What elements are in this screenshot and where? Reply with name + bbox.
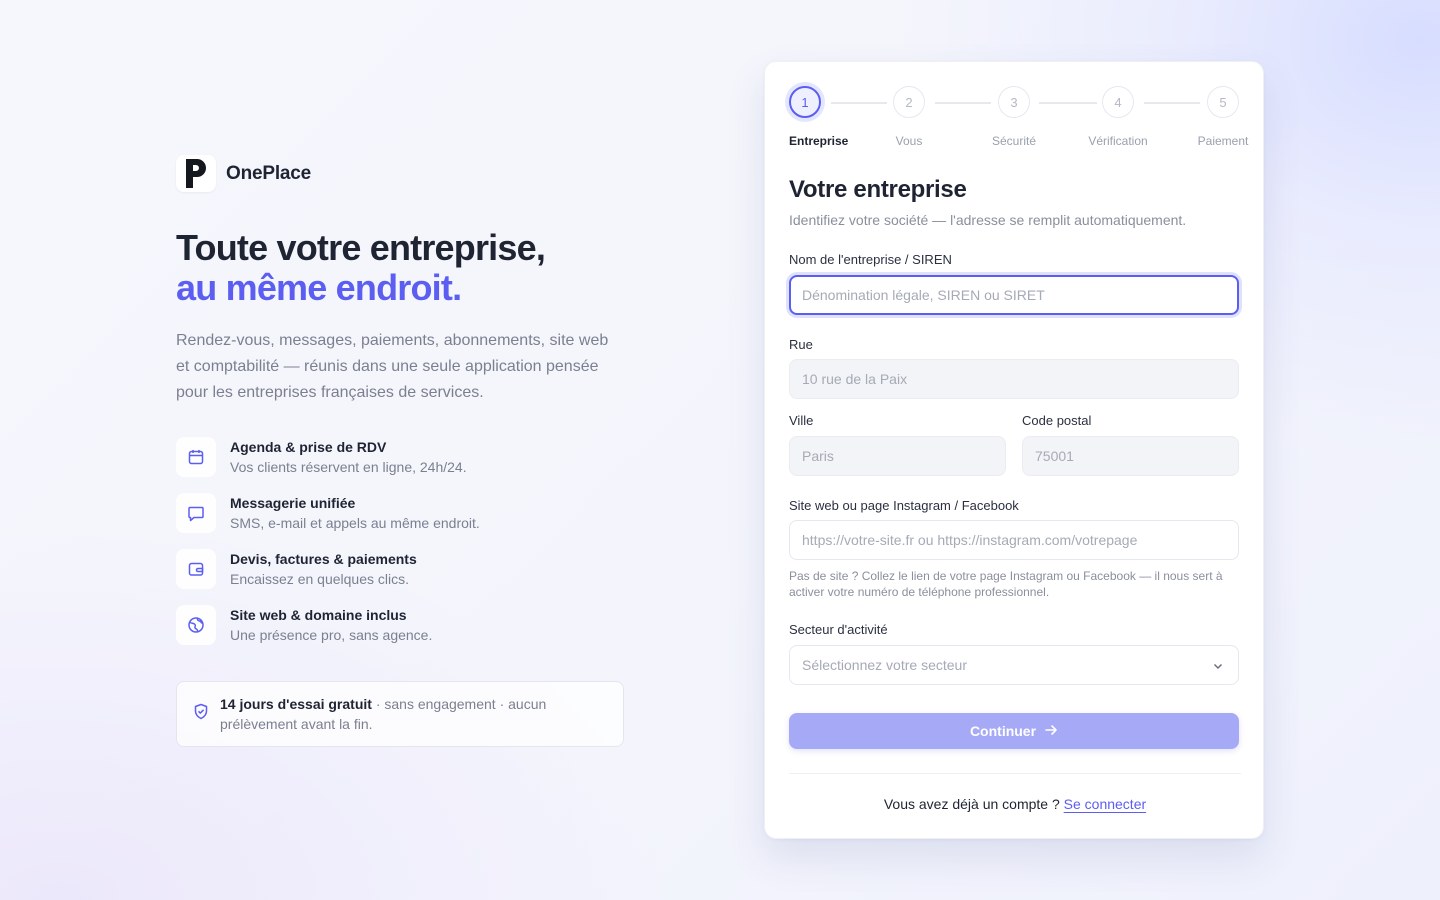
feature-item: Devis, factures & paiements Encaissez en… bbox=[176, 549, 636, 605]
postal-label: Code postal bbox=[1022, 413, 1092, 428]
hero-description: Rendez-vous, messages, paiements, abonne… bbox=[176, 332, 609, 401]
step-vous[interactable]: 2 Vous bbox=[869, 86, 949, 148]
globe-icon bbox=[176, 605, 216, 645]
feature-item: Messagerie unifiée SMS, e-mail et appels… bbox=[176, 493, 636, 549]
oneplace-logo-icon bbox=[176, 155, 216, 192]
brand-name: OnePlace bbox=[226, 162, 312, 184]
feature-description: SMS, e-mail et appels au même endroit. bbox=[230, 515, 480, 531]
feature-item: Site web & domaine inclus Une présence p… bbox=[176, 605, 636, 661]
continue-label: Continuer bbox=[969, 723, 1037, 739]
sector-label: Secteur d'activité bbox=[789, 622, 888, 637]
sector-placeholder: Sélectionnez votre secteur bbox=[802, 657, 967, 673]
company-label: Nom de l'entreprise / SIREN bbox=[789, 252, 952, 267]
chevron-down-icon bbox=[1212, 659, 1224, 675]
stepper: 1 Entreprise 2 Vous 3 Sécurité 4 Vérific… bbox=[789, 86, 1248, 148]
postal-placeholder: 75001 bbox=[1035, 448, 1074, 464]
city-input[interactable]: Paris bbox=[789, 436, 1006, 476]
trial-bold-text: 14 jours d'essai gratuit bbox=[220, 696, 372, 712]
login-prompt: Vous avez déjà un compte ? Se connecter bbox=[765, 796, 1265, 812]
trial-text: 14 jours d'essai gratuit · sans engageme… bbox=[220, 694, 609, 734]
website-label: Site web ou page Instagram / Facebook bbox=[789, 498, 1019, 513]
feature-description: Une présence pro, sans agence. bbox=[230, 627, 433, 643]
step-verification[interactable]: 4 Vérification bbox=[1078, 86, 1158, 148]
website-placeholder: https://votre-site.fr ou https://instagr… bbox=[802, 532, 1138, 548]
step-entreprise[interactable]: 1 Entreprise bbox=[765, 86, 849, 148]
feature-title: Site web & domaine inclus bbox=[230, 607, 407, 623]
step-number: 5 bbox=[1207, 86, 1239, 118]
login-prompt-text: Vous avez déjà un compte ? bbox=[883, 796, 1060, 812]
company-search-input[interactable]: Dénomination légale, SIREN ou SIRET bbox=[789, 275, 1239, 315]
feature-title: Agenda & prise de RDV bbox=[230, 439, 387, 455]
feature-list: Agenda & prise de RDV Vos clients réserv… bbox=[176, 437, 636, 661]
city-label: Ville bbox=[789, 413, 814, 428]
divider bbox=[789, 773, 1241, 774]
calendar-icon bbox=[176, 437, 216, 477]
wallet-icon bbox=[176, 549, 216, 589]
signup-card: 1 Entreprise 2 Vous 3 Sécurité 4 Vérific… bbox=[764, 61, 1264, 839]
step-number: 1 bbox=[789, 86, 821, 118]
step-label: Entreprise bbox=[789, 134, 849, 148]
step-securite[interactable]: 3 Sécurité bbox=[974, 86, 1054, 148]
login-link[interactable]: Se connecter bbox=[1064, 796, 1147, 812]
brand: OnePlace bbox=[176, 155, 311, 192]
sector-select[interactable]: Sélectionnez votre secteur bbox=[789, 645, 1239, 685]
form-subtitle: Identifiez votre société — l'adresse se … bbox=[789, 212, 1187, 228]
step-paiement[interactable]: 5 Paiement bbox=[1183, 86, 1263, 148]
step-number: 3 bbox=[998, 86, 1030, 118]
step-number: 4 bbox=[1102, 86, 1134, 118]
hero-title-line2: au même endroit. bbox=[176, 267, 462, 308]
feature-title: Devis, factures & paiements bbox=[230, 551, 417, 567]
street-placeholder: 10 rue de la Paix bbox=[802, 371, 908, 387]
website-hint: Pas de site ? Collez le lien de votre pa… bbox=[789, 569, 1223, 599]
step-label: Sécurité bbox=[991, 134, 1037, 148]
form-title: Votre entreprise bbox=[789, 176, 967, 203]
city-placeholder: Paris bbox=[802, 448, 834, 464]
feature-description: Vos clients réservent en ligne, 24h/24. bbox=[230, 459, 467, 475]
street-input[interactable]: 10 rue de la Paix bbox=[789, 359, 1239, 399]
postal-code-input[interactable]: 75001 bbox=[1022, 436, 1239, 476]
trial-notice: 14 jours d'essai gratuit · sans engageme… bbox=[176, 681, 624, 747]
step-label: Vérification bbox=[1088, 134, 1148, 148]
step-number: 2 bbox=[893, 86, 925, 118]
hero-title-line1: Toute votre entreprise, bbox=[176, 227, 546, 268]
chat-icon bbox=[176, 493, 216, 533]
continue-button[interactable]: Continuer bbox=[789, 713, 1239, 749]
step-label: Paiement bbox=[1197, 134, 1249, 148]
arrow-right-icon bbox=[1044, 723, 1058, 740]
feature-item: Agenda & prise de RDV Vos clients réserv… bbox=[176, 437, 636, 493]
company-placeholder: Dénomination légale, SIREN ou SIRET bbox=[802, 287, 1045, 303]
hero-title: Toute votre entreprise, au même endroit. bbox=[176, 228, 646, 308]
feature-description: Encaissez en quelques clics. bbox=[230, 571, 409, 587]
step-label: Vous bbox=[895, 134, 923, 148]
street-label: Rue bbox=[789, 337, 813, 352]
hero: Toute votre entreprise, au même endroit.… bbox=[176, 228, 646, 406]
website-input[interactable]: https://votre-site.fr ou https://instagr… bbox=[789, 520, 1239, 560]
feature-title: Messagerie unifiée bbox=[230, 495, 356, 511]
shield-check-icon bbox=[193, 703, 209, 725]
